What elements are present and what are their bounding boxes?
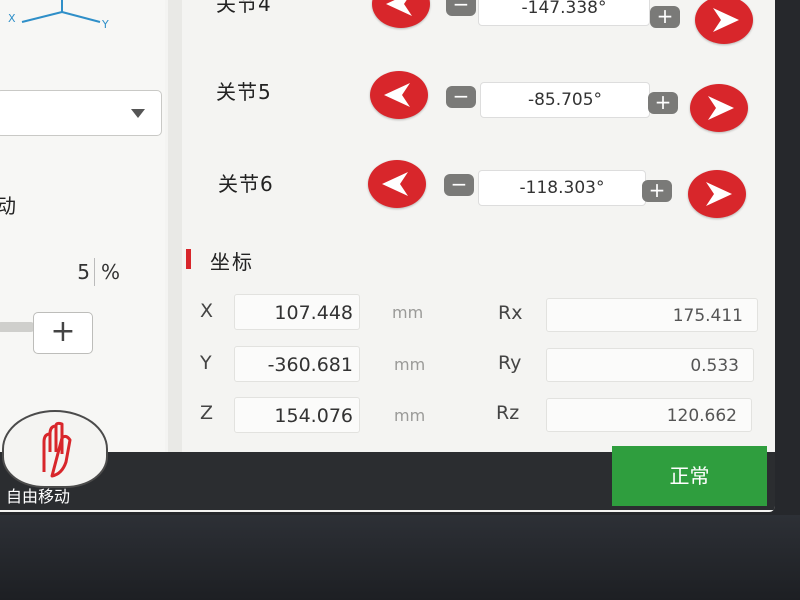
joint-4-plus-button[interactable]: + bbox=[650, 6, 680, 28]
coord-rz-field[interactable]: 120.662 bbox=[546, 398, 752, 432]
status-badge: 正常 bbox=[612, 446, 767, 506]
arrow-left-icon bbox=[382, 172, 408, 196]
coord-rz-label: Rz bbox=[496, 402, 520, 424]
coord-y-field[interactable]: -360.681 bbox=[234, 346, 360, 382]
arrow-left-icon bbox=[386, 0, 412, 16]
joint-5-label: 关节5 bbox=[216, 80, 272, 104]
monitor-bezel bbox=[0, 515, 800, 600]
free-move-button[interactable] bbox=[2, 410, 108, 488]
coord-ry-field[interactable]: 0.533 bbox=[546, 348, 754, 382]
joint-5-value-field[interactable]: -85.705° bbox=[480, 82, 650, 118]
coord-x-unit: mm bbox=[392, 303, 424, 322]
joint-4-minus-button[interactable]: − bbox=[446, 0, 476, 16]
coordinates-title: 坐标 bbox=[210, 250, 254, 274]
axis-indicator-icon bbox=[21, 0, 101, 23]
joint-6-plus-button[interactable]: + bbox=[642, 180, 672, 202]
coord-rx-label: Rx bbox=[498, 302, 523, 324]
joint-5-minus-button[interactable]: − bbox=[446, 86, 476, 108]
panel-divider bbox=[168, 0, 182, 455]
speed-value-field[interactable]: 5 bbox=[45, 258, 90, 286]
partial-label: 动 bbox=[0, 194, 16, 218]
joint-6-increase-button[interactable] bbox=[688, 170, 746, 218]
coord-x-field[interactable]: 107.448 bbox=[234, 294, 360, 330]
arrow-left-icon bbox=[384, 83, 410, 107]
chevron-down-icon bbox=[131, 109, 145, 118]
section-marker bbox=[186, 249, 191, 269]
speed-unit-divider bbox=[94, 258, 95, 286]
joint-5-increase-button[interactable] bbox=[690, 84, 748, 132]
joint-4-increase-button[interactable] bbox=[695, 0, 753, 44]
joint-6-value-field[interactable]: -118.303° bbox=[478, 170, 646, 206]
joint-5-plus-button[interactable]: + bbox=[648, 92, 678, 114]
coord-y-unit: mm bbox=[394, 355, 426, 374]
coord-z-label: Z bbox=[200, 402, 214, 424]
joint-4-label: 关节4 bbox=[216, 0, 272, 16]
joint-4-decrease-button[interactable] bbox=[372, 0, 430, 28]
joint-6-label: 关节6 bbox=[218, 172, 274, 196]
coord-ry-label: Ry bbox=[498, 352, 522, 374]
arrow-right-icon bbox=[708, 96, 734, 120]
coord-rx-field[interactable]: 175.411 bbox=[546, 298, 758, 332]
joint-6-decrease-button[interactable] bbox=[368, 160, 426, 208]
joint-4-value-field[interactable]: -147.338° bbox=[478, 0, 650, 26]
speed-increase-button[interactable]: + bbox=[33, 312, 93, 354]
joint-6-minus-button[interactable]: − bbox=[444, 174, 474, 196]
free-move-label: 自由移动 bbox=[6, 487, 71, 506]
coord-z-unit: mm bbox=[394, 406, 426, 425]
axis-x-label: X bbox=[8, 12, 16, 25]
coord-z-field[interactable]: 154.076 bbox=[234, 397, 360, 433]
robot-control-screen: X Y 动 5 % + 关节4 − -147.338° + 关节5 − -85.… bbox=[0, 0, 775, 512]
axis-y-label: Y bbox=[102, 18, 109, 31]
left-panel: X Y 动 5 % + bbox=[0, 0, 165, 455]
speed-slider[interactable] bbox=[0, 322, 34, 332]
speed-unit: % bbox=[101, 260, 121, 284]
joint-5-decrease-button[interactable] bbox=[370, 71, 428, 119]
arrow-right-icon bbox=[706, 182, 732, 206]
coord-x-label: X bbox=[200, 300, 214, 322]
mode-select[interactable] bbox=[0, 90, 162, 136]
arrow-right-icon bbox=[713, 8, 739, 32]
hand-icon bbox=[42, 421, 72, 478]
coord-y-label: Y bbox=[200, 352, 212, 374]
